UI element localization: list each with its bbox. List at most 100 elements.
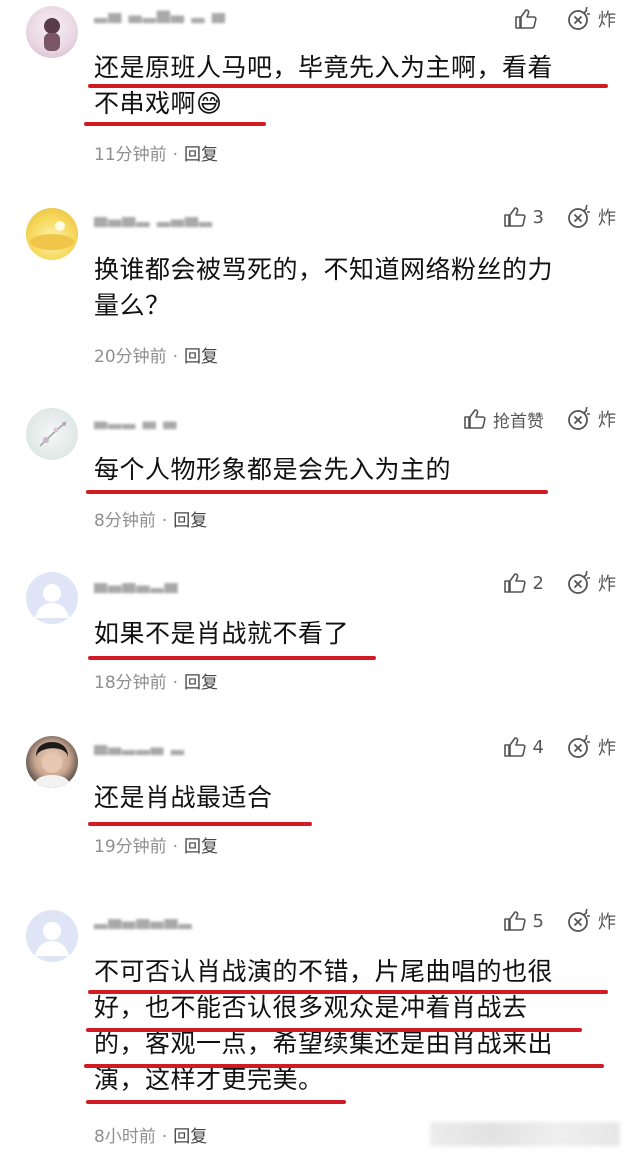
red-underline <box>88 822 312 826</box>
comment-meta: 8小时前 · 回复 <box>94 1127 208 1147</box>
comment-time: 18分钟前 <box>94 673 167 693</box>
like-count: 2 <box>532 572 544 594</box>
like-count: 抢首赞 <box>493 411 544 432</box>
comment-line: 量么？ <box>94 291 171 320</box>
red-underline <box>86 1100 346 1104</box>
comment-line: 如果不是肖战就不看了 <box>94 619 350 648</box>
username[interactable]: ▂▄ ▃▂▅▃ ▂ ▄ <box>94 4 226 26</box>
default-avatar-icon <box>35 584 69 618</box>
like-count: 4 <box>532 736 544 758</box>
comment-meta: 8分钟前 · 回复 <box>94 511 208 531</box>
comment-text: 每个人物形象都是会先入为主的 <box>94 452 614 488</box>
avatar[interactable] <box>26 910 78 962</box>
username[interactable]: ▃▂▂ ▃ ▃ <box>94 410 177 432</box>
avatar[interactable] <box>26 6 78 58</box>
comment-actions: 5 炸 <box>503 908 616 934</box>
like-button[interactable] <box>514 8 544 30</box>
comment-text: 不可否认肖战演的不错，片尾曲唱的也很 好，也不能否认很多观众是冲着肖战去 的，客… <box>94 954 614 1098</box>
red-underline <box>84 122 266 126</box>
reply-button[interactable]: 回复 <box>184 347 218 367</box>
comment-time: 8分钟前 <box>94 511 156 531</box>
comment-line: 换谁都会被骂死的，不知道网络粉丝的力 <box>94 255 554 284</box>
like-button[interactable]: 抢首赞 <box>463 407 544 432</box>
username[interactable]: ▄▃▄▃▂▄ <box>94 574 178 596</box>
comment-line: 还是原班人马吧，毕竟先入为主啊，看着 <box>94 53 554 82</box>
explode-label: 炸 <box>598 912 616 933</box>
thumbs-up-icon <box>515 9 537 29</box>
avatar[interactable] <box>26 208 78 260</box>
username[interactable]: ▄▃▄▂ ▂▃▄▂ <box>94 208 213 230</box>
explode-button[interactable]: 炸 <box>566 6 616 32</box>
comment-line: 好，也不能否认很多观众是冲着肖战去 <box>94 993 528 1022</box>
explode-label: 炸 <box>598 574 616 595</box>
red-underline <box>88 990 608 994</box>
username[interactable]: ▄▃▂▂▃ ▂ <box>94 736 185 758</box>
like-button[interactable]: 5 <box>503 910 544 932</box>
username[interactable]: ▂▄▃▄▃▄▂ <box>94 910 193 932</box>
red-underline <box>86 490 548 494</box>
bomb-icon <box>568 570 590 594</box>
bomb-icon <box>568 6 590 30</box>
comment-actions: 抢首赞 炸 <box>463 406 616 432</box>
bomb-icon <box>568 204 590 228</box>
comment-time: 20分钟前 <box>94 347 167 367</box>
comment-meta: 19分钟前 · 回复 <box>94 837 219 857</box>
avatar[interactable] <box>26 736 78 788</box>
thumbs-up-icon <box>503 737 526 757</box>
red-underline <box>88 84 608 88</box>
comment-line: 每个人物形象都是会先入为主的 <box>94 455 452 484</box>
comment-actions: 炸 <box>514 6 616 32</box>
explode-button[interactable]: 炸 <box>566 570 616 596</box>
explode-label: 炸 <box>598 208 616 229</box>
comment-meta: 11分钟前 · 回复 <box>94 145 219 165</box>
thumbs-up-icon <box>464 409 486 429</box>
bomb-icon <box>568 406 590 430</box>
red-underline <box>84 1064 604 1068</box>
thumbs-up-icon <box>503 911 526 931</box>
comment-text: 如果不是肖战就不看了 <box>94 616 614 652</box>
like-button[interactable]: 2 <box>503 572 544 594</box>
comment-text: 换谁都会被骂死的，不知道网络粉丝的力 量么？ <box>94 252 614 324</box>
comment-line: 不可否认肖战演的不错，片尾曲唱的也很 <box>94 957 554 986</box>
explode-button[interactable]: 炸 <box>566 908 616 934</box>
avatar-landscape-icon <box>30 221 74 250</box>
thumbs-up-icon <box>503 573 526 593</box>
bomb-icon <box>568 734 590 758</box>
avatar[interactable] <box>26 572 78 624</box>
explode-button[interactable]: 炸 <box>566 734 616 760</box>
comment-actions: 3 炸 <box>503 204 616 230</box>
reply-button[interactable]: 回复 <box>184 837 218 857</box>
comment-time: 8小时前 <box>94 1127 156 1147</box>
like-count: 3 <box>532 206 544 228</box>
comment-line: 还是肖战最适合 <box>94 783 273 812</box>
watermark <box>430 1122 620 1146</box>
explode-label: 炸 <box>598 410 616 431</box>
like-button[interactable]: 4 <box>503 736 544 758</box>
comment-text: 还是肖战最适合 <box>94 780 614 816</box>
red-underline <box>88 656 376 660</box>
explode-button[interactable]: 炸 <box>566 406 616 432</box>
comment-line: 不串戏啊😅 <box>94 89 223 118</box>
comment-meta: 20分钟前 · 回复 <box>94 347 219 367</box>
reply-button[interactable]: 回复 <box>173 511 207 531</box>
explode-button[interactable]: 炸 <box>566 204 616 230</box>
comment-actions: 4 炸 <box>503 734 616 760</box>
like-button[interactable]: 3 <box>503 206 544 228</box>
bomb-icon <box>568 908 590 932</box>
explode-label: 炸 <box>598 10 616 31</box>
comment-actions: 2 炸 <box>503 570 616 596</box>
reply-button[interactable]: 回复 <box>184 145 218 165</box>
comment-time: 11分钟前 <box>94 145 167 165</box>
explode-label: 炸 <box>598 738 616 759</box>
thumbs-up-icon <box>503 207 526 227</box>
red-underline <box>86 1028 582 1032</box>
default-avatar-icon <box>35 922 69 956</box>
like-count: 5 <box>532 910 544 932</box>
comment-meta: 18分钟前 · 回复 <box>94 673 219 693</box>
comment-time: 19分钟前 <box>94 837 167 857</box>
avatar-person-icon <box>32 742 72 788</box>
avatar-flower-icon <box>39 421 67 447</box>
avatar[interactable] <box>26 408 78 460</box>
reply-button[interactable]: 回复 <box>184 673 218 693</box>
reply-button[interactable]: 回复 <box>173 1127 207 1147</box>
